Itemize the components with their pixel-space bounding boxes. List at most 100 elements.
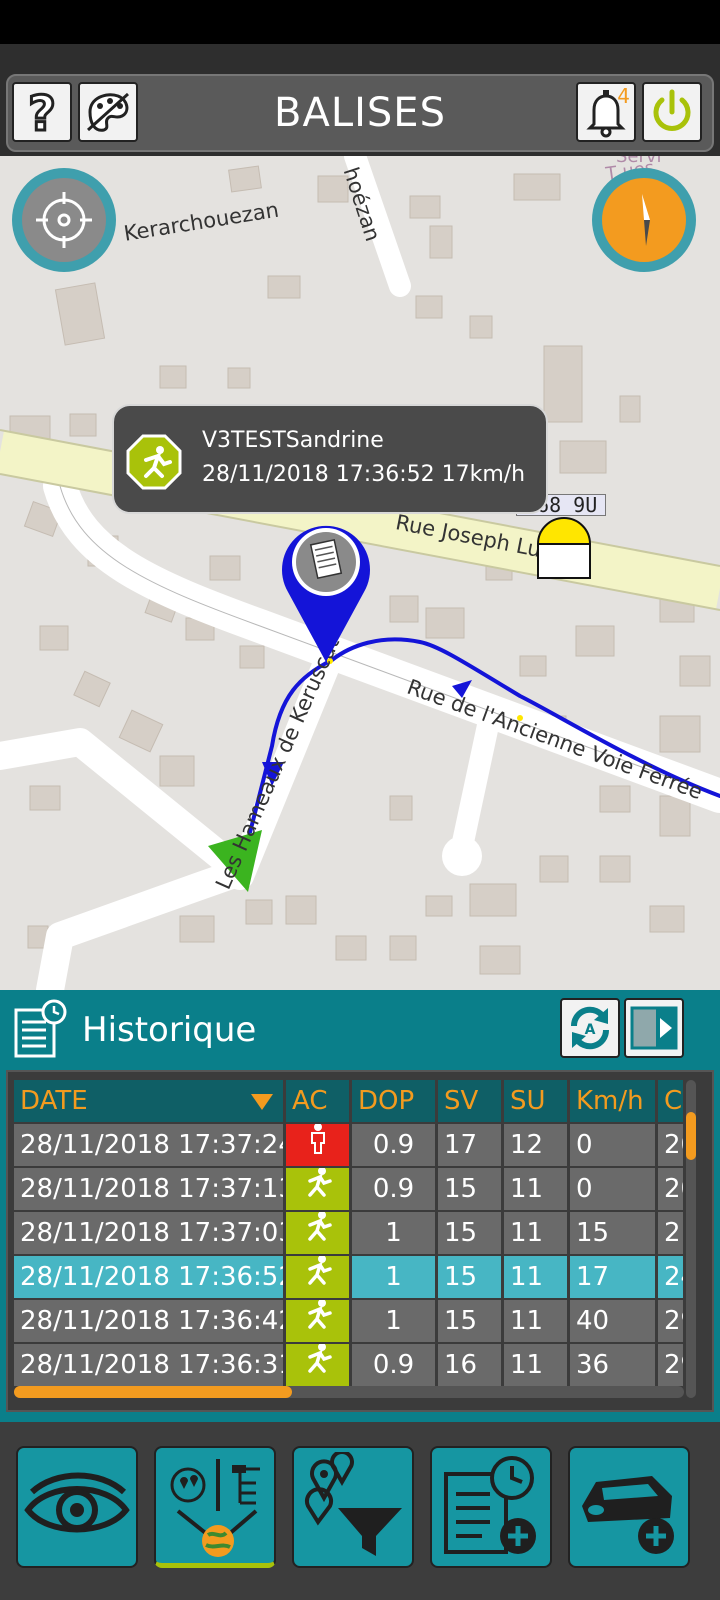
cell-date: 28/11/2018 17:36:31 bbox=[14, 1344, 286, 1386]
expand-panel-button[interactable] bbox=[624, 998, 684, 1058]
cell-dop: 1 bbox=[352, 1300, 438, 1342]
refresh-icon: A bbox=[570, 1006, 610, 1050]
cell-cap: 29 bbox=[658, 1300, 686, 1342]
cell-kmh: 36 bbox=[570, 1344, 658, 1386]
cell-date: 28/11/2018 17:37:13 bbox=[14, 1168, 286, 1210]
running-status-icon bbox=[126, 434, 182, 490]
cell-sv: 16 bbox=[438, 1344, 504, 1386]
history-title: Historique bbox=[82, 1010, 257, 1050]
status-bar bbox=[0, 0, 720, 44]
refresh-button[interactable]: A bbox=[560, 998, 620, 1058]
beacon-popup[interactable]: V3TESTSandrine 28/11/2018 17:36:52 17km/… bbox=[112, 404, 548, 514]
table-row[interactable]: 28/11/2018 17:37:13 0.91511020 bbox=[14, 1168, 686, 1210]
filter-location-icon bbox=[305, 1452, 402, 1556]
col-ac[interactable]: AC bbox=[286, 1080, 352, 1122]
cell-su: 11 bbox=[504, 1168, 570, 1210]
table-row[interactable]: 28/11/2018 17:37:03115111521 bbox=[14, 1212, 686, 1254]
table-row[interactable]: 28/11/2018 17:36:31 0.916113629 bbox=[14, 1344, 686, 1386]
col-kmh[interactable]: Km/h bbox=[570, 1080, 658, 1122]
cell-date: 28/11/2018 17:36:42 bbox=[14, 1300, 286, 1342]
cell-date: 28/11/2018 17:37:24 bbox=[14, 1124, 286, 1166]
col-date-label: DATE bbox=[20, 1086, 88, 1116]
cell-cap: 29 bbox=[658, 1344, 686, 1386]
vehicle-add-button[interactable] bbox=[568, 1446, 690, 1568]
cell-su: 11 bbox=[504, 1212, 570, 1254]
map-view[interactable]: Kerarchouezan hoézan Rue Joseph Lus Rue … bbox=[0, 156, 720, 990]
cell-ac bbox=[286, 1256, 352, 1298]
history-table[interactable]: DATE AC DOP SV SU Km/h C. 28/11/2018 17:… bbox=[6, 1070, 714, 1412]
power-icon bbox=[653, 89, 691, 131]
cell-su: 11 bbox=[504, 1300, 570, 1342]
cell-ac bbox=[286, 1300, 352, 1342]
filter-button[interactable] bbox=[292, 1446, 414, 1568]
history-add-button[interactable] bbox=[430, 1446, 552, 1568]
col-cap[interactable]: C. bbox=[658, 1080, 686, 1122]
crosshair-icon bbox=[36, 192, 92, 248]
horizontal-scrollbar[interactable] bbox=[14, 1386, 684, 1398]
cell-date: 28/11/2018 17:36:52 bbox=[14, 1256, 286, 1298]
cell-dop: 0.9 bbox=[352, 1344, 438, 1386]
cell-su: 11 bbox=[504, 1344, 570, 1386]
svg-text:A: A bbox=[585, 1022, 596, 1038]
cell-date: 28/11/2018 17:37:03 bbox=[14, 1212, 286, 1254]
running-icon bbox=[300, 1300, 336, 1342]
cell-dop: 0.9 bbox=[352, 1124, 438, 1166]
cell-cap: 20 bbox=[658, 1124, 686, 1166]
running-icon bbox=[300, 1212, 336, 1254]
cell-dop: 1 bbox=[352, 1212, 438, 1254]
beacon-name: V3TESTSandrine bbox=[202, 428, 384, 453]
locate-button[interactable] bbox=[12, 168, 116, 272]
history-add-icon bbox=[444, 1456, 536, 1554]
table-row[interactable]: 28/11/2018 17:36:52 115111724 bbox=[14, 1256, 686, 1298]
beacons-button[interactable] bbox=[154, 1446, 276, 1568]
cell-sv: 15 bbox=[438, 1212, 504, 1254]
table-header: DATE AC DOP SV SU Km/h C. bbox=[14, 1080, 686, 1122]
cell-dop: 1 bbox=[352, 1256, 438, 1298]
panel-arrow-icon bbox=[630, 1006, 678, 1050]
standing-icon bbox=[300, 1124, 336, 1166]
cell-cap: 24 bbox=[658, 1256, 686, 1298]
running-icon bbox=[300, 1168, 336, 1210]
view-button[interactable] bbox=[16, 1446, 138, 1568]
cell-kmh: 0 bbox=[570, 1124, 658, 1166]
svg-text:?: ? bbox=[28, 86, 56, 138]
col-su[interactable]: SU bbox=[504, 1080, 570, 1122]
compass-icon bbox=[642, 194, 650, 246]
eye-icon bbox=[24, 1472, 130, 1533]
horizontal-scroll-thumb[interactable] bbox=[14, 1386, 292, 1398]
notification-count: 4 bbox=[617, 84, 630, 108]
running-icon bbox=[300, 1256, 336, 1298]
cell-ac bbox=[286, 1124, 352, 1166]
cell-kmh: 17 bbox=[570, 1256, 658, 1298]
help-icon: ? bbox=[27, 86, 58, 138]
beacon-marker-icon[interactable] bbox=[536, 516, 592, 580]
compass-button[interactable] bbox=[592, 168, 696, 272]
cell-kmh: 40 bbox=[570, 1300, 658, 1342]
help-button[interactable]: ? bbox=[12, 82, 72, 142]
cell-sv: 15 bbox=[438, 1256, 504, 1298]
beacon-info: 28/11/2018 17:36:52 17km/h bbox=[202, 462, 526, 487]
theme-button[interactable] bbox=[78, 82, 138, 142]
cell-su: 11 bbox=[504, 1256, 570, 1298]
app-header: ? BALISES 4 bbox=[0, 44, 720, 156]
vertical-scrollbar[interactable] bbox=[686, 1080, 696, 1398]
cell-cap: 20 bbox=[658, 1168, 686, 1210]
cell-ac bbox=[286, 1168, 352, 1210]
page-title: BALISES bbox=[274, 90, 446, 136]
cell-dop: 0.9 bbox=[352, 1168, 438, 1210]
history-doc-icon bbox=[14, 999, 67, 1058]
col-sv[interactable]: SV bbox=[438, 1080, 504, 1122]
col-date[interactable]: DATE bbox=[14, 1080, 286, 1122]
cell-ac bbox=[286, 1212, 352, 1254]
col-dop[interactable]: DOP bbox=[352, 1080, 438, 1122]
cell-kmh: 15 bbox=[570, 1212, 658, 1254]
vertical-scroll-thumb[interactable] bbox=[686, 1112, 696, 1160]
beacon-tree-icon bbox=[170, 1458, 260, 1557]
history-panel: Historique A DATE AC DOP SV SU Km/h C 28… bbox=[0, 990, 720, 1422]
cell-kmh: 0 bbox=[570, 1168, 658, 1210]
notifications-button[interactable]: 4 bbox=[576, 82, 636, 142]
table-row[interactable]: 28/11/2018 17:37:24 0.91712020 bbox=[14, 1124, 686, 1166]
power-button[interactable] bbox=[642, 82, 702, 142]
table-row[interactable]: 28/11/2018 17:36:42 115114029 bbox=[14, 1300, 686, 1342]
location-pin-icon[interactable] bbox=[274, 516, 378, 666]
